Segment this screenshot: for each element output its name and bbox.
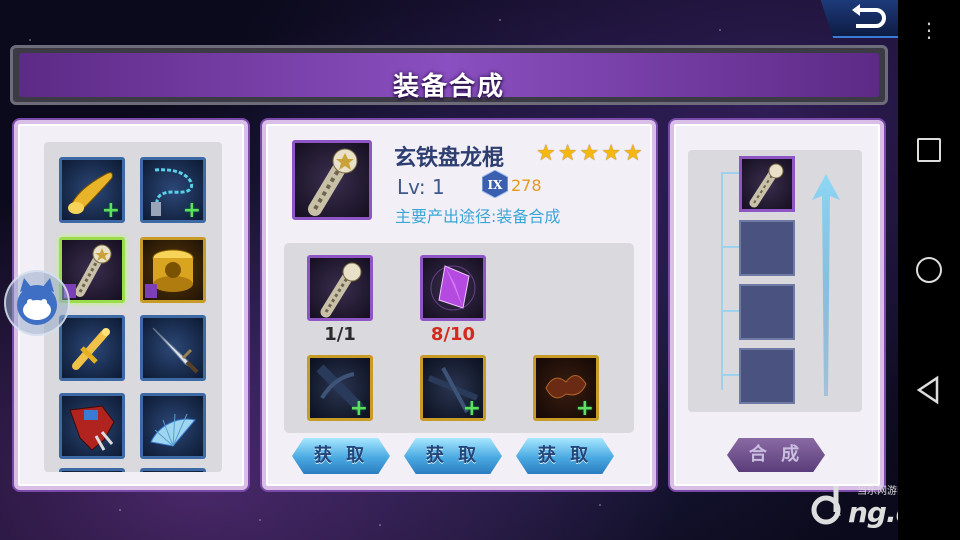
dagger-icon — [152, 327, 199, 374]
inventory-slot-partial[interactable] — [59, 468, 125, 472]
rank-badge: IX — [481, 169, 509, 199]
star-icon: ★ — [601, 141, 621, 166]
plus-icon: + — [182, 198, 201, 223]
purple-crystal-icon — [430, 265, 476, 311]
triangle-back-icon — [916, 375, 939, 405]
cat-face-icon — [17, 278, 57, 325]
material-slot-purple-crystal[interactable] — [420, 255, 486, 321]
overflow-menu-button[interactable]: ⋮ — [913, 14, 945, 46]
circle-icon — [916, 257, 942, 283]
square-icon — [917, 138, 941, 162]
material-slot-dragon-staff[interactable] — [307, 255, 373, 321]
inventory-slot-claw-gauntlet[interactable] — [59, 393, 125, 459]
plus-icon: + — [101, 198, 120, 223]
inventory-grid[interactable]: + + — [44, 142, 222, 472]
star-icon: ★ — [557, 141, 578, 166]
inventory-slot-golden-sword[interactable] — [59, 315, 125, 381]
material-slot-fragment-3[interactable]: + — [533, 355, 599, 421]
star-icon: ★ — [536, 141, 556, 166]
craft-button[interactable]: 合 成 — [727, 438, 825, 472]
get-button-1[interactable]: 获 取 — [292, 438, 390, 474]
dragon-staff-icon — [749, 163, 784, 208]
watermark-logo — [811, 486, 841, 525]
inventory-slot-dragon-staff[interactable] — [59, 237, 125, 303]
inventory-slot-folding-fan[interactable] — [140, 393, 206, 459]
inventory-slot-chain-whip[interactable]: + — [140, 157, 206, 223]
folding-fan-icon — [150, 413, 196, 447]
upgrade-arrow-icon — [812, 174, 840, 396]
item-name: 玄铁盘龙棍 — [394, 146, 505, 171]
chain-slot-current-item[interactable] — [739, 156, 795, 212]
selected-item-frame — [292, 140, 372, 220]
golden-sword-icon — [72, 328, 110, 370]
material-count: 1/1 — [324, 324, 356, 345]
get-button-2[interactable]: 获 取 — [404, 438, 502, 474]
system-navigation-bar: ⋮ — [898, 0, 960, 540]
chain-connector — [721, 246, 739, 248]
power-value: 278 — [511, 176, 542, 195]
claw-gauntlet-icon — [69, 405, 115, 451]
recents-button[interactable] — [913, 134, 945, 166]
floating-assistant-button[interactable] — [4, 270, 70, 336]
plus-icon: + — [575, 396, 594, 421]
plus-icon: + — [349, 396, 368, 421]
material-slot-fragment-1[interactable]: + — [307, 355, 373, 421]
dragon-staff-icon — [320, 262, 362, 318]
item-source: 主要产出途径:装备合成 — [395, 207, 561, 226]
chain-slot-empty[interactable] — [739, 284, 795, 340]
back-button[interactable] — [848, 4, 888, 34]
page-title: 装备合成 — [392, 72, 505, 102]
title-banner: 装备合成 — [19, 53, 879, 102]
chain-slot-empty[interactable] — [739, 220, 795, 276]
item-tag — [145, 284, 157, 298]
system-back-button[interactable] — [913, 374, 945, 406]
get-button-3[interactable]: 获 取 — [516, 438, 614, 474]
chain-connector — [721, 310, 739, 312]
title-bar: 装备合成 — [10, 45, 888, 105]
return-arrow-icon — [852, 4, 886, 28]
chain-connector-line — [721, 172, 723, 390]
chain-slot-empty[interactable] — [739, 348, 795, 404]
inventory-slot-dagger[interactable] — [140, 315, 206, 381]
chain-connector — [721, 374, 739, 376]
material-slot-fragment-2[interactable]: + — [420, 355, 486, 421]
plus-icon: + — [462, 396, 481, 421]
material-count: 8/10 — [430, 324, 476, 345]
inventory-slot-partial[interactable] — [140, 468, 206, 472]
item-level: Lv: 1 — [397, 175, 445, 199]
inventory-slot-golden-cylinder[interactable] — [140, 237, 206, 303]
star-icon: ★ — [579, 141, 600, 166]
dragon-staff-icon — [308, 148, 358, 216]
inventory-slot-golden-horn[interactable]: + — [59, 157, 125, 223]
star-rating: ★ ★ ★ ★ ★ — [536, 141, 643, 166]
rank-badge-icon: IX — [481, 169, 509, 199]
home-button[interactable] — [913, 254, 945, 286]
star-icon: ★ — [622, 141, 643, 166]
rank-badge-text: IX — [488, 178, 504, 192]
chain-connector — [721, 172, 739, 174]
